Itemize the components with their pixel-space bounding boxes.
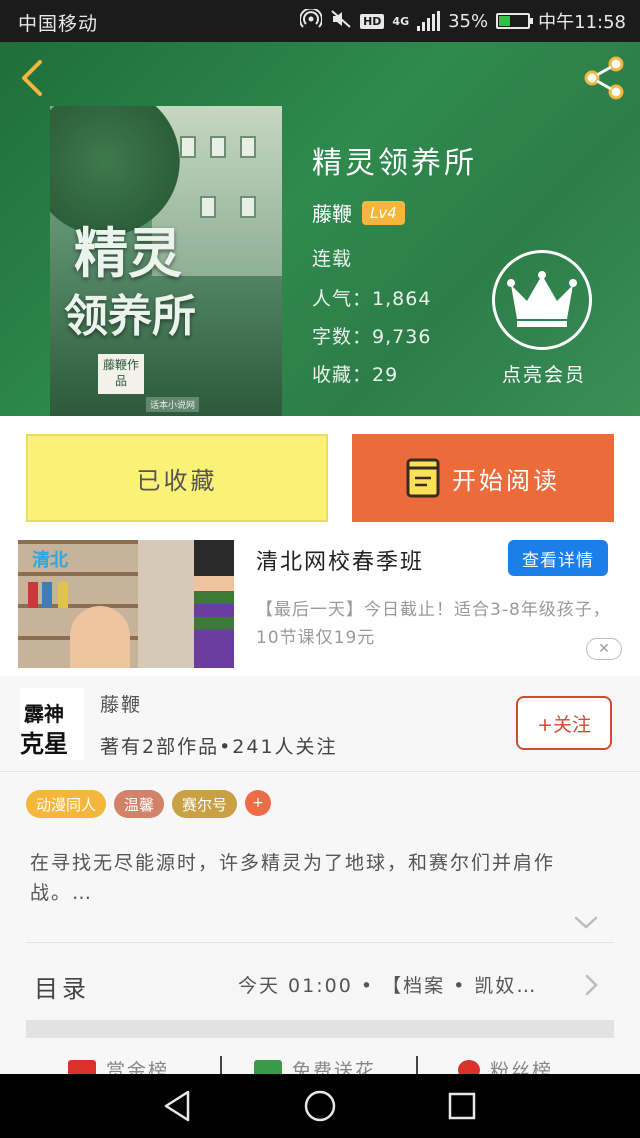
- catalog-row[interactable]: 目录 今天 01:00 • 【档案 • 凯奴…: [26, 942, 614, 1024]
- book-status: 连载: [312, 248, 353, 270]
- fan-icon: [458, 1059, 480, 1074]
- ad-banner[interactable]: 清北 清北网校春季班 查看详情 【最后一天】今日截止！适合3-8年级孩子，10节…: [0, 526, 640, 676]
- popularity-stat: 人气：1,864: [312, 288, 432, 310]
- author-row: 藤鞭 Lv4: [312, 198, 405, 227]
- expand-button[interactable]: [572, 912, 600, 932]
- word-count-stat: 字数：9,736: [312, 326, 432, 348]
- battery-icon: [496, 13, 534, 29]
- tags-and-description: 动漫同人 温馨 赛尔号 + 在寻找无尽能源时，许多精灵为了地球，和赛尔们并肩作战…: [0, 772, 640, 942]
- share-icon: [584, 56, 624, 100]
- flower-icon: [254, 1059, 282, 1074]
- ad-image: 清北: [18, 540, 234, 668]
- favorited-button[interactable]: 已收藏: [26, 434, 328, 522]
- back-button[interactable]: [16, 58, 52, 98]
- start-reading-label: 开始阅读: [452, 466, 560, 495]
- reward-icon: [68, 1059, 96, 1074]
- add-tag-button[interactable]: +: [245, 790, 272, 816]
- book-title: 精灵领养所: [312, 146, 477, 181]
- signal-icon: [417, 11, 441, 31]
- crown-icon: [507, 271, 577, 327]
- catalog-label: 目录: [34, 975, 90, 1003]
- ad-close-button[interactable]: ✕: [586, 638, 622, 660]
- level-badge: Lv4: [362, 200, 405, 225]
- author-name[interactable]: 藤鞭: [100, 690, 142, 717]
- tag-item[interactable]: 温馨: [114, 790, 165, 818]
- cover-publisher: 话本小说网: [146, 397, 200, 412]
- chevron-right-icon: [585, 974, 598, 996]
- start-reading-button[interactable]: 开始阅读: [352, 434, 614, 522]
- author-name[interactable]: 藤鞭: [312, 198, 352, 227]
- bottom-tabs: 赏金榜 免费送花 粉丝榜: [0, 1050, 640, 1074]
- author-section: 霹神 克星 藤鞭 著有2部作品•241人关注 +关注: [0, 676, 640, 772]
- tab-reward-rank[interactable]: 赏金榜: [68, 1056, 169, 1074]
- section-divider: [26, 1020, 614, 1038]
- status-bar: 中国移动 HD 4G 35% 中午11:58: [0, 0, 640, 42]
- mute-icon: [330, 9, 352, 34]
- ad-description: 【最后一天】今日截止！适合3-8年级孩子，10节课仅19元: [256, 600, 611, 648]
- back-arrow-icon: [22, 60, 42, 96]
- close-icon: ✕: [598, 641, 610, 657]
- ad-title: 清北网校春季班: [256, 550, 425, 575]
- circle-home-icon: [304, 1090, 336, 1122]
- action-bar: 已收藏 开始阅读: [0, 416, 640, 526]
- square-recents-icon: [448, 1092, 476, 1120]
- favorites-stat: 收藏：29: [312, 364, 399, 386]
- author-meta: 著有2部作品•241人关注: [100, 736, 338, 758]
- battery-percent: 35%: [448, 10, 489, 32]
- system-nav-bar: [0, 1074, 640, 1138]
- triangle-back-icon: [164, 1090, 190, 1122]
- ad-logo: 清北: [32, 550, 68, 571]
- nav-back-button[interactable]: [160, 1088, 196, 1124]
- vip-badge: [492, 250, 592, 350]
- book-icon: [406, 458, 440, 498]
- tab-free-flowers[interactable]: 免费送花: [254, 1056, 376, 1074]
- share-button[interactable]: [580, 54, 628, 102]
- avatar[interactable]: 霹神 克星: [20, 688, 84, 760]
- ad-details-button[interactable]: 查看详情: [508, 540, 608, 576]
- tag-item[interactable]: 动漫同人: [26, 790, 107, 818]
- clock: 中午11:58: [538, 12, 626, 33]
- book-cover[interactable]: 精灵 领养所 藤鞭作品 话本小说网: [50, 106, 282, 416]
- nav-home-button[interactable]: [302, 1088, 338, 1124]
- nav-recents-button[interactable]: [444, 1088, 480, 1124]
- cover-title-art: 精灵 领养所: [64, 221, 196, 342]
- tag-list: 动漫同人 温馨 赛尔号 +: [26, 790, 272, 818]
- hd-badge: HD: [360, 13, 385, 29]
- latest-chapter: 今天 01:00 • 【档案 • 凯奴…: [238, 975, 538, 997]
- carrier-name: 中国移动: [18, 13, 99, 35]
- book-description: 在寻找无尽能源时，许多精灵为了地球，和赛尔们并肩作战。…: [30, 852, 556, 904]
- hotspot-icon: [299, 7, 324, 34]
- cover-author-tag: 藤鞭作品: [98, 354, 144, 394]
- chevron-down-icon: [574, 916, 598, 929]
- vip-label: 点亮会员: [501, 364, 586, 386]
- tag-item[interactable]: 赛尔号: [172, 790, 238, 818]
- tab-fan-rank[interactable]: 粉丝榜: [458, 1056, 553, 1074]
- book-header: 精灵 领养所 藤鞭作品 话本小说网 精灵领养所 藤鞭 Lv4 连载 人气：1,8…: [0, 42, 640, 416]
- follow-button[interactable]: +关注: [516, 696, 612, 750]
- vip-button[interactable]: 点亮会员: [492, 250, 596, 387]
- network-type: 4G: [392, 14, 410, 28]
